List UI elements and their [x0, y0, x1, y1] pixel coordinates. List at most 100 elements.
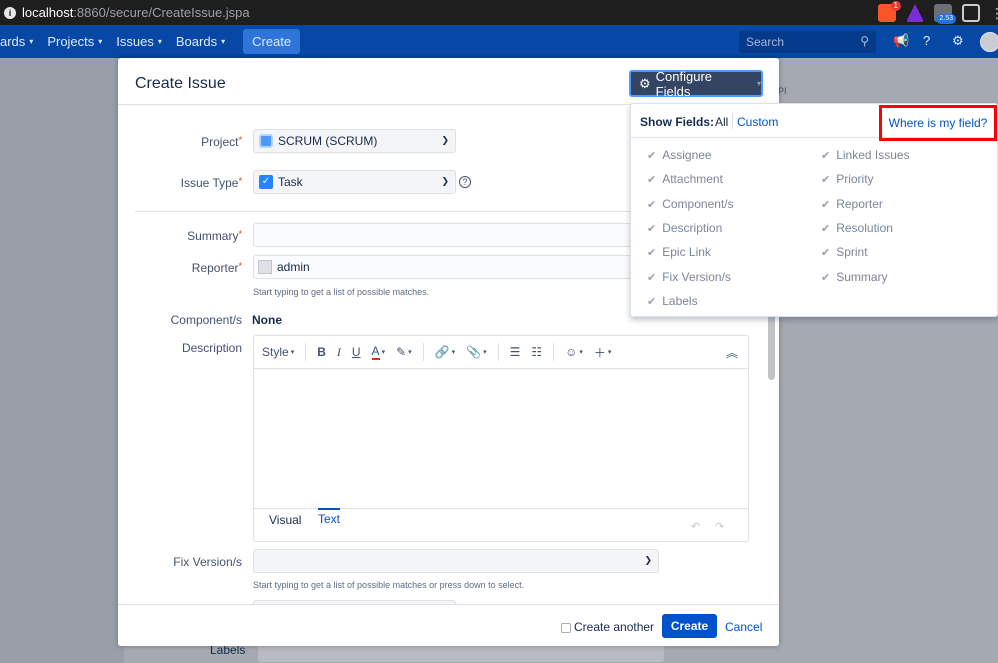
- field-option-attachment[interactable]: ✔ Attachment: [647, 172, 723, 186]
- show-custom-link[interactable]: Custom: [737, 115, 778, 129]
- issue-type-label: Issue Type*: [180, 176, 242, 190]
- check-icon: ✔: [647, 295, 657, 308]
- style-dropdown[interactable]: Style ▾: [262, 345, 294, 359]
- dialog-header: Create Issue ⚙ Configure Fields ▾: [118, 58, 779, 105]
- check-icon: ✔: [821, 149, 831, 162]
- link-icon[interactable]: 🔗 ▾: [435, 345, 455, 359]
- menu-icon[interactable]: ⋮: [990, 4, 998, 22]
- toolbar-separator: [497, 343, 499, 361]
- italic-button[interactable]: I: [337, 345, 341, 360]
- undo-icon[interactable]: ↶: [691, 520, 700, 533]
- field-option-priority[interactable]: ✔ Priority: [821, 172, 874, 186]
- create-another-checkbox[interactable]: [561, 623, 571, 633]
- component-label: Component/s: [170, 313, 242, 327]
- extension-icons: 1 2.53 ⋮: [878, 1, 998, 24]
- configure-fields-panel: Show Fields: All Custom Where is my fiel…: [630, 103, 998, 317]
- chevron-down-icon: ❯: [441, 135, 449, 145]
- chevron-down-icon: ❯: [441, 176, 449, 186]
- extension-badge: 2.53: [936, 14, 956, 24]
- browser-address-bar[interactable]: i localhost:8860/secure/CreateIssue.jspa…: [0, 0, 998, 25]
- toolbar-separator: [422, 343, 424, 361]
- configure-fields-header: Show Fields: All Custom Where is my fiel…: [631, 104, 997, 141]
- brave-shield-icon[interactable]: 1: [878, 1, 901, 22]
- help-icon[interactable]: ?: [459, 176, 471, 188]
- more-formatting-icon[interactable]: ✎ ▾: [396, 345, 412, 359]
- gear-icon[interactable]: ⚙: [952, 33, 964, 49]
- project-label: Project*: [201, 135, 242, 149]
- fix-version-hint: Start typing to get a list of possible m…: [253, 580, 525, 590]
- description-textarea[interactable]: [254, 369, 748, 509]
- user-avatar-icon: [258, 260, 272, 274]
- dialog-title: Create Issue: [135, 75, 226, 92]
- field-option-reporter[interactable]: ✔ Reporter: [821, 197, 883, 211]
- project-select[interactable]: SCRUM (SCRUM) ❯: [253, 129, 456, 153]
- attachment-icon[interactable]: 📎 ▾: [466, 345, 486, 359]
- field-option-resolution[interactable]: ✔ Resolution: [821, 221, 893, 235]
- create-button[interactable]: Create: [662, 614, 717, 638]
- numbered-list-icon[interactable]: ☷: [531, 345, 542, 359]
- show-all-option[interactable]: All: [715, 115, 728, 129]
- chevron-down-icon: ▾: [756, 79, 761, 88]
- check-icon: ✔: [821, 271, 831, 284]
- insert-more-icon[interactable]: ＋ ▾: [594, 344, 612, 361]
- check-icon: ✔: [647, 222, 657, 235]
- check-icon: ✔: [647, 271, 657, 284]
- check-icon: ✔: [647, 198, 657, 211]
- reporter-label: Reporter*: [191, 261, 242, 275]
- nav-search-input[interactable]: Search ⚲: [739, 31, 876, 53]
- issue-type-select[interactable]: ✓ Task ❯: [253, 170, 456, 194]
- where-is-my-field-link[interactable]: Where is my field?: [879, 105, 997, 141]
- field-option-assignee[interactable]: ✔ Assignee: [647, 148, 712, 162]
- description-label: Description: [181, 341, 242, 355]
- fix-version-select[interactable]: ❯: [253, 549, 659, 573]
- url-host: localhost: [22, 5, 74, 20]
- toolbar-separator: [305, 343, 307, 361]
- toolbar-separator: [553, 343, 555, 361]
- collapse-toolbar-icon[interactable]: ︽: [726, 344, 738, 361]
- project-icon: [259, 134, 273, 148]
- field-option-labels[interactable]: ✔ Labels: [647, 294, 698, 308]
- nav-dashboards[interactable]: ards ▾: [0, 34, 33, 49]
- nav-issues[interactable]: Issues ▾: [116, 34, 162, 49]
- rewards-icon[interactable]: [906, 4, 924, 22]
- field-option-description[interactable]: ✔ Description: [647, 221, 722, 235]
- help-icon[interactable]: ?: [923, 33, 930, 48]
- field-option-fix-versions[interactable]: ✔ Fix Version/s: [647, 270, 731, 284]
- chevron-down-icon: ❯: [644, 555, 652, 565]
- summary-label: Summary*: [187, 229, 242, 243]
- emoji-icon[interactable]: ☺ ▾: [565, 345, 583, 359]
- redo-icon[interactable]: ↷: [715, 520, 724, 533]
- divider: [732, 113, 733, 129]
- dialog-footer: Create another Create Cancel: [118, 604, 779, 646]
- nav-create-button[interactable]: Create: [243, 29, 301, 54]
- editor-toolbar: Style ▾ B I U A ▾ ✎ ▾ 🔗 ▾ 📎 ▾ ☰ ☷ ☺ ▾ ＋ ▾ ︽: [254, 336, 748, 369]
- extension-icon[interactable]: 2.53: [934, 4, 956, 24]
- field-option-sprint[interactable]: ✔ Sprint: [821, 245, 868, 259]
- reporter-hint: Start typing to get a list of possible m…: [253, 287, 430, 297]
- megaphone-icon[interactable]: 📢: [893, 33, 909, 49]
- component-value: None: [252, 313, 282, 327]
- info-icon[interactable]: i: [4, 6, 16, 19]
- background-pi-text: PI: [778, 86, 787, 96]
- check-icon: ✔: [821, 222, 831, 235]
- field-option-components[interactable]: ✔ Component/s: [647, 197, 734, 211]
- brave-badge: 1: [890, 1, 901, 11]
- check-icon: ✔: [821, 173, 831, 186]
- reader-icon[interactable]: [962, 4, 980, 22]
- tab-visual[interactable]: Visual: [269, 513, 301, 527]
- underline-button[interactable]: U: [352, 345, 361, 359]
- avatar[interactable]: [980, 32, 998, 52]
- field-option-linked-issues[interactable]: ✔ Linked Issues: [821, 148, 910, 162]
- fix-version-label: Fix Version/s: [173, 555, 242, 569]
- cancel-link[interactable]: Cancel: [725, 620, 762, 634]
- nav-boards[interactable]: Boards ▾: [176, 34, 225, 49]
- field-option-epic-link[interactable]: ✔ Epic Link: [647, 245, 711, 259]
- configure-fields-button[interactable]: ⚙ Configure Fields ▾: [629, 69, 763, 99]
- tab-text[interactable]: Text: [318, 508, 341, 526]
- bold-button[interactable]: B: [317, 345, 326, 359]
- field-option-summary[interactable]: ✔ Summary: [821, 270, 888, 284]
- nav-projects[interactable]: Projects ▾: [47, 34, 102, 49]
- text-color-button[interactable]: A ▾: [371, 344, 385, 360]
- bullet-list-icon[interactable]: ☰: [510, 345, 521, 359]
- jira-top-nav: ards ▾ Projects ▾ Issues ▾ Boards ▾ Create S…: [0, 25, 998, 58]
